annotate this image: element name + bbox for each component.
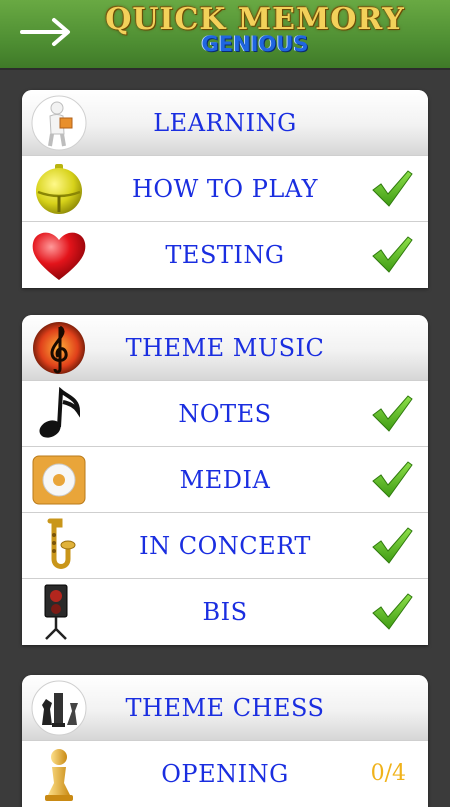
section-theme-chess: THEME CHESS OPENING 0/4 [22, 675, 428, 807]
section-header-theme-chess[interactable]: THEME CHESS [22, 675, 428, 741]
menu-item-opening[interactable]: OPENING 0/4 [22, 741, 428, 807]
section-title-theme-music: THEME MUSIC [125, 334, 325, 362]
checkmark-icon [370, 234, 414, 276]
section-header-learning[interactable]: LEARNING [22, 90, 428, 156]
menu-item-label: MEDIA [179, 466, 271, 494]
menu-item-label: NOTES [178, 400, 272, 428]
back-button[interactable] [18, 14, 76, 48]
checkmark-icon [370, 393, 414, 435]
section-theme-music: THEME MUSIC NOTES MEDIA IN CONCERT BIS [22, 315, 428, 645]
arrow-right-icon [20, 18, 70, 46]
progress-score: 0/4 [370, 761, 406, 786]
section-title-learning: LEARNING [153, 109, 297, 137]
menu-item-label: HOW TO PLAY [131, 175, 318, 203]
menu-item-testing[interactable]: TESTING [22, 222, 428, 288]
section-title-theme-chess: THEME CHESS [125, 694, 325, 722]
section-header-theme-music[interactable]: THEME MUSIC [22, 315, 428, 381]
menu-item-in-concert[interactable]: IN CONCERT [22, 513, 428, 579]
section-learning: LEARNING HOW TO PLAY TESTING [22, 90, 428, 288]
menu-item-media[interactable]: MEDIA [22, 447, 428, 513]
checkmark-icon [370, 591, 414, 633]
menu-item-label: BIS [202, 598, 248, 626]
app-subtitle: GENIOUS [201, 32, 309, 56]
checkmark-icon [370, 168, 414, 210]
menu-item-how-to-play[interactable]: HOW TO PLAY [22, 156, 428, 222]
menu-item-label: IN CONCERT [139, 532, 311, 560]
menu-item-bis[interactable]: BIS [22, 579, 428, 645]
checkmark-icon [370, 525, 414, 567]
menu-item-label: TESTING [165, 241, 285, 269]
checkmark-icon [370, 459, 414, 501]
app-header: QUICK MEMORY GENIOUS [0, 0, 450, 70]
menu-item-label: OPENING [161, 760, 289, 788]
menu-item-notes[interactable]: NOTES [22, 381, 428, 447]
